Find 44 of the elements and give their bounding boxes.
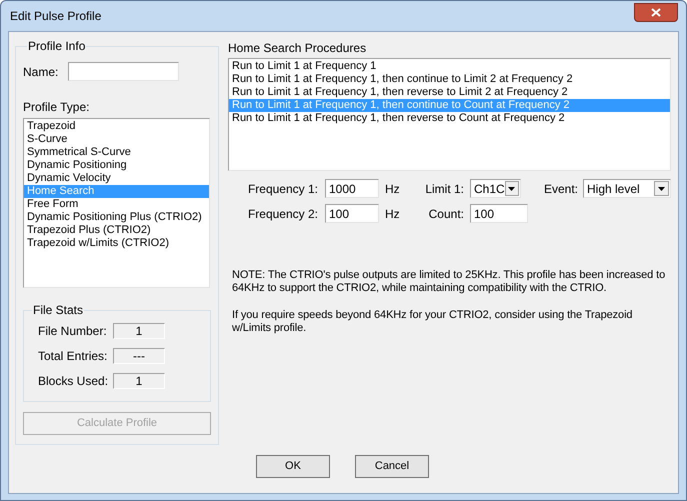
list-item[interactable]: Run to Limit 1 at Frequency 1 [229, 60, 670, 73]
stat-label: Total Entries: [38, 348, 108, 365]
list-item[interactable]: Trapezoid Plus (CTRIO2) [24, 224, 209, 237]
close-button[interactable] [634, 2, 678, 22]
list-item[interactable]: Run to Limit 1 at Frequency 1, then continue to Limit 2 at Frequency 2 [229, 73, 670, 86]
stat-value: --- [113, 348, 165, 364]
input-field[interactable]: 100 [470, 204, 528, 223]
field-label: Frequency 1: [246, 180, 319, 198]
list-item[interactable]: Symmetrical S-Curve [24, 146, 209, 159]
list-item[interactable]: Free Form [24, 198, 209, 211]
note-text: If you require speeds beyond 64KHz for your CTRIO2, consider using the Trapezoid w/Limits profile. [232, 309, 634, 335]
dropdown[interactable]: High level [583, 179, 671, 198]
close-icon [651, 8, 661, 16]
home-search-label: Home Search Procedures [228, 41, 368, 55]
window-title: Edit Pulse Profile [10, 8, 102, 25]
input-field[interactable] [68, 62, 179, 81]
profile-type-label: Profile Type: [23, 100, 90, 114]
list-item[interactable]: Trapezoid [24, 120, 209, 133]
list-item[interactable]: Dynamic Positioning [24, 159, 209, 172]
list-item[interactable]: Dynamic Velocity [24, 172, 209, 185]
stat-value: 1 [113, 323, 165, 339]
input-field[interactable]: 100 [325, 204, 379, 223]
name-label: Name: [23, 64, 60, 80]
stat-label: File Number: [38, 323, 108, 340]
note-text: NOTE: The CTRIO's pulse outputs are limited to 25KHz. This profile has been increased to 64KHz to support the CTRIO2, while maintaining compatibility with the CTRIO. [232, 269, 666, 295]
field-label: Count: [428, 206, 465, 222]
list-item[interactable]: Run to Limit 1 at Frequency 1, then reverse to Count at Frequency 2 [229, 112, 670, 125]
button[interactable]: OK [256, 455, 330, 478]
unit-label: Hz [385, 206, 401, 222]
dropdown[interactable]: Ch1C [470, 179, 521, 198]
list-item[interactable]: S-Curve [24, 133, 209, 146]
unit-label: Hz [385, 180, 401, 198]
group-title: File Stats [32, 304, 84, 316]
field-label: Frequency 2: [246, 206, 319, 222]
input-field[interactable]: 1000 [325, 179, 379, 198]
stat-value: 1 [113, 373, 165, 389]
field-label: Limit 1: [424, 180, 465, 198]
stat-label: Blocks Used: [38, 373, 110, 390]
list-item[interactable]: Dynamic Positioning Plus (CTRIO2) [24, 211, 209, 224]
field-label: Event: [542, 180, 579, 198]
group-title: Profile Info [27, 40, 86, 52]
list-item[interactable]: Trapezoid w/Limits (CTRIO2) [24, 237, 209, 250]
button[interactable]: Cancel [355, 455, 429, 478]
list-item[interactable]: Run to Limit 1 at Frequency 1, then reverse to Limit 2 at Frequency 2 [229, 86, 670, 99]
